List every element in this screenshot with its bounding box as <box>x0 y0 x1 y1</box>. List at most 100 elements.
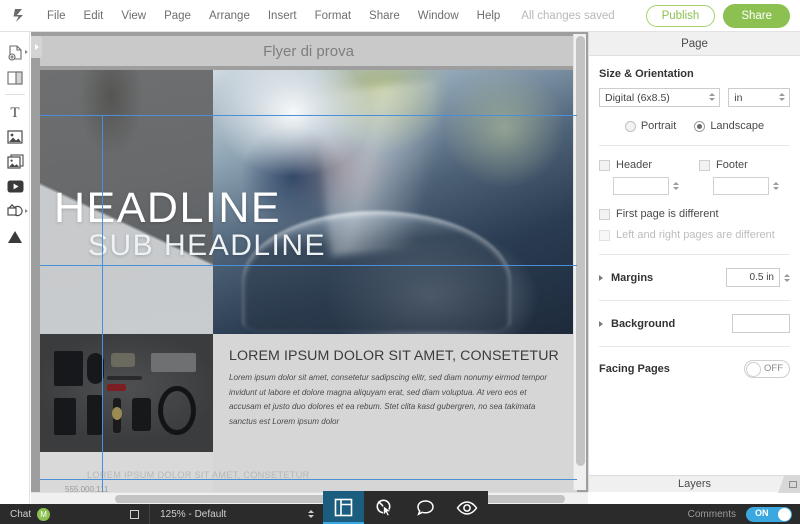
footer-field-wrap <box>699 177 779 195</box>
fit-page-cell[interactable] <box>120 504 149 524</box>
first-page-different-row[interactable]: First page is different <box>599 208 790 220</box>
chat-cell[interactable]: Chat M <box>0 504 60 524</box>
comment-bubble-icon[interactable] <box>405 491 446 524</box>
background-row[interactable]: Background <box>599 314 790 333</box>
chevron-right-icon[interactable] <box>599 274 603 281</box>
fit-page-icon[interactable] <box>130 509 140 519</box>
layers-expand-corner[interactable] <box>778 476 800 493</box>
avatar[interactable]: M <box>37 507 51 521</box>
margins-input[interactable]: 0.5 in <box>726 268 780 287</box>
margins-control: 0.5 in <box>726 268 790 287</box>
header-checkbox-row[interactable]: Header <box>599 159 699 171</box>
flyer-page[interactable]: HEADLINE SUB HEADLINE LOREM IPSUM DOLOR … <box>40 70 577 492</box>
menu-item-window[interactable]: Window <box>409 0 468 32</box>
menu-item-insert[interactable]: Insert <box>259 0 306 32</box>
panel-header: Page <box>589 32 800 56</box>
google-drive-icon[interactable] <box>0 224 30 249</box>
canvas-vertical-scrollbar[interactable] <box>573 34 586 490</box>
chevron-right-icon[interactable] <box>599 320 603 327</box>
first-page-different-checkbox[interactable] <box>599 208 610 220</box>
facing-pages-label: Facing Pages <box>599 363 670 375</box>
flyer-contact-block[interactable]: 555.000.111 www.website.com <box>65 484 129 492</box>
menu-item-page[interactable]: Page <box>155 0 200 32</box>
publish-button[interactable]: Publish <box>645 4 716 27</box>
menu-item-edit[interactable]: Edit <box>75 0 113 32</box>
save-status-text: All changes saved <box>521 9 615 22</box>
menu-item-view[interactable]: View <box>112 0 155 32</box>
select-cursor-icon[interactable] <box>364 491 405 524</box>
chevron-updown-icon[interactable] <box>709 92 716 101</box>
chevron-updown-icon[interactable] <box>779 92 785 101</box>
collapse-panel-handle[interactable] <box>31 36 42 58</box>
layout-panel-icon[interactable] <box>323 491 364 524</box>
header-field-wrap <box>599 177 699 195</box>
flyer-left-photo[interactable] <box>40 70 213 334</box>
layers-panel-bar[interactable]: Layers <box>588 475 800 493</box>
gallery-tool-icon[interactable] <box>0 149 30 174</box>
comments-cell: Comments ON <box>688 506 800 522</box>
chevron-updown-icon[interactable] <box>673 182 679 190</box>
chevron-updown-icon[interactable] <box>784 273 790 282</box>
zoom-cell[interactable]: 125% - Default <box>150 504 324 524</box>
page-size-select[interactable]: Digital (6x8.5) <box>599 88 721 107</box>
add-page-icon[interactable] <box>0 40 30 65</box>
flatlay-item <box>131 397 151 431</box>
header-checkbox[interactable] <box>599 159 610 171</box>
flyer-hero-photo[interactable] <box>213 70 577 334</box>
image-tool-icon[interactable] <box>0 124 30 149</box>
facing-pages-control: OFF <box>744 360 790 378</box>
background-color-swatch[interactable] <box>732 314 790 333</box>
divider <box>599 346 790 347</box>
flyer-flatlay-photo[interactable] <box>40 334 213 452</box>
chevron-right-icon <box>34 44 39 50</box>
page-properties-panel: Page Size & Orientation Digital (6x8.5) … <box>588 32 800 492</box>
flatlay-item <box>107 383 127 391</box>
radio-landscape-label: Landscape <box>710 120 765 132</box>
flyer-sub-banner-text: LOREM IPSUM DOLOR SIT AMET, CONSETETUR <box>87 470 310 480</box>
page-layout-icon[interactable] <box>0 65 30 90</box>
divider <box>599 300 790 301</box>
header-input[interactable] <box>613 177 669 195</box>
menu-item-file[interactable]: File <box>38 0 75 32</box>
text-tool-icon[interactable]: T <box>0 99 30 124</box>
footer-checkbox-row[interactable]: Footer <box>699 159 748 171</box>
flatlay-item <box>86 395 103 436</box>
flatlay-item <box>86 352 104 384</box>
menu-item-share[interactable]: Share <box>360 0 409 32</box>
radio-landscape[interactable]: Landscape <box>694 120 764 132</box>
flyer-body-block[interactable]: LOREM IPSUM DOLOR SIT AMET, CONSETETUR L… <box>213 334 577 492</box>
comments-state: ON <box>755 507 769 518</box>
comments-toggle[interactable]: ON <box>746 506 792 522</box>
video-tool-icon[interactable] <box>0 174 30 199</box>
header-footer-checkbox-row: Header Footer <box>599 159 790 171</box>
background-label: Background <box>611 317 676 330</box>
share-button[interactable]: Share <box>723 3 790 28</box>
menu-items: File Edit View Page Arrange Insert Forma… <box>38 0 509 32</box>
footer-input[interactable] <box>713 177 769 195</box>
chevron-updown-icon[interactable] <box>773 182 779 190</box>
lucidpress-logo-icon[interactable] <box>0 0 38 32</box>
preview-eye-icon[interactable] <box>446 491 487 524</box>
background-control <box>732 314 790 333</box>
flyer-body-text: Lorem ipsum dolor sit amet, consetetur s… <box>229 373 548 427</box>
margins-row[interactable]: Margins 0.5 in <box>599 268 790 287</box>
divider <box>599 254 790 255</box>
page-title: Flyer di prova <box>263 42 354 60</box>
flatlay-item <box>110 352 136 368</box>
flatlay-item <box>107 376 143 380</box>
left-right-different-label: Left and right pages are different <box>616 229 775 241</box>
menu-item-arrange[interactable]: Arrange <box>200 0 259 32</box>
divider <box>599 145 790 146</box>
facing-pages-toggle[interactable]: OFF <box>744 360 790 378</box>
canvas-horizontal-scrollbar[interactable] <box>31 492 588 504</box>
unit-select[interactable]: in <box>728 88 790 107</box>
menu-item-format[interactable]: Format <box>306 0 360 32</box>
chevron-updown-icon[interactable] <box>308 510 315 518</box>
scrollbar-thumb[interactable] <box>576 36 585 466</box>
radio-portrait[interactable]: Portrait <box>624 120 676 132</box>
flatlay-item <box>53 350 84 386</box>
shapes-tool-icon[interactable] <box>0 199 30 224</box>
document-canvas[interactable]: Flyer di prova HEADLINE SUB HEADLINE LOR… <box>31 32 588 492</box>
footer-checkbox[interactable] <box>699 159 710 171</box>
menu-item-help[interactable]: Help <box>468 0 510 32</box>
